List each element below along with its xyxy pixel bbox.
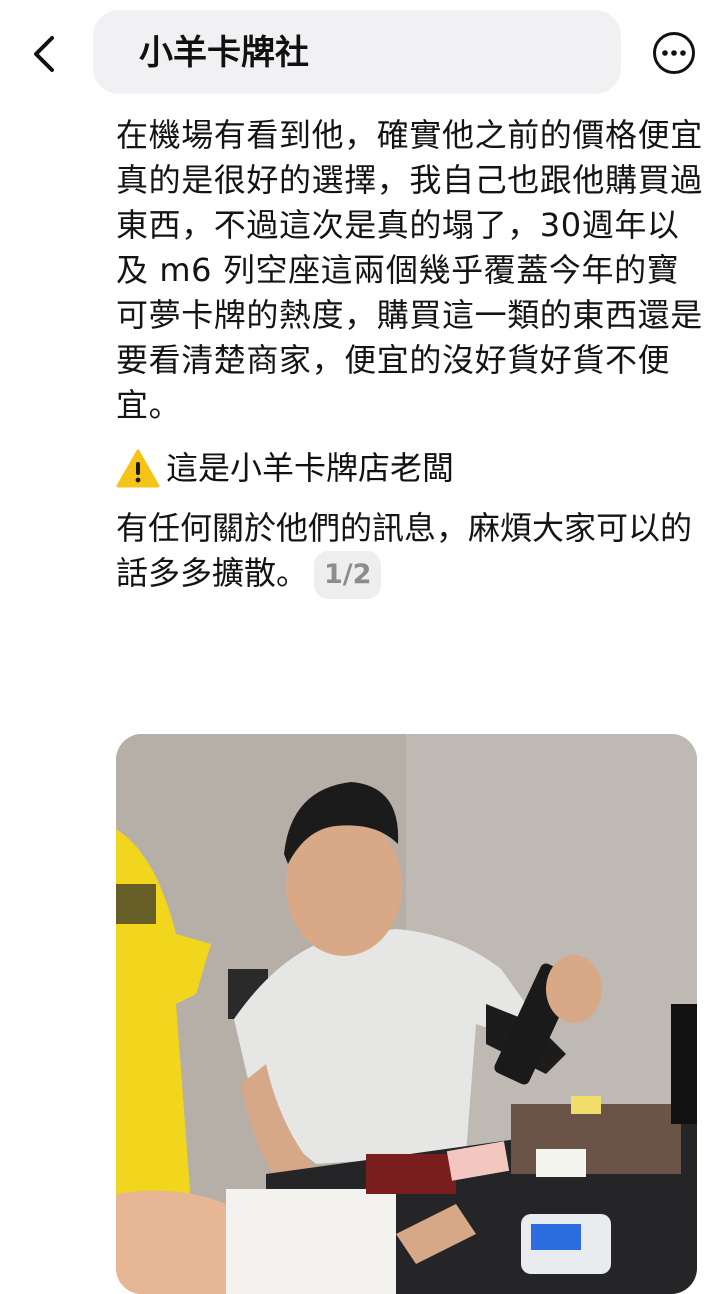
post-paragraph-1: 在機場有看到他，確實他之前的價格便宜真的是很好的選擇，我自己也跟他購買過東西，不… (116, 116, 703, 424)
top-bar: 小羊卡牌社 (0, 0, 721, 105)
page-indicator-badge: 1/2 (314, 551, 382, 599)
chevron-left-icon (34, 36, 54, 72)
warning-text: 這是小羊卡牌店老闆 (166, 449, 455, 487)
more-options-button[interactable] (651, 30, 697, 76)
post-paragraph-3-text: 有任何關於他們的訊息，麻煩大家可以的話多多擴散。 (116, 509, 693, 592)
more-options-icon (653, 32, 695, 74)
warning-icon (116, 449, 160, 487)
warning-line: 這是小羊卡牌店老闆 (116, 446, 706, 491)
photo-illustration (116, 734, 697, 1294)
title-pill[interactable]: 小羊卡牌社 (93, 10, 621, 94)
back-button[interactable] (30, 32, 70, 76)
page-title: 小羊卡牌社 (139, 33, 309, 73)
post-content: 在機場有看到他，確實他之前的價格便宜真的是很好的選擇，我自己也跟他購買過東西，不… (116, 113, 706, 599)
post-photo[interactable] (116, 734, 697, 1294)
post-paragraph-3: 有任何關於他們的訊息，麻煩大家可以的話多多擴散。 1/2 (116, 506, 706, 599)
